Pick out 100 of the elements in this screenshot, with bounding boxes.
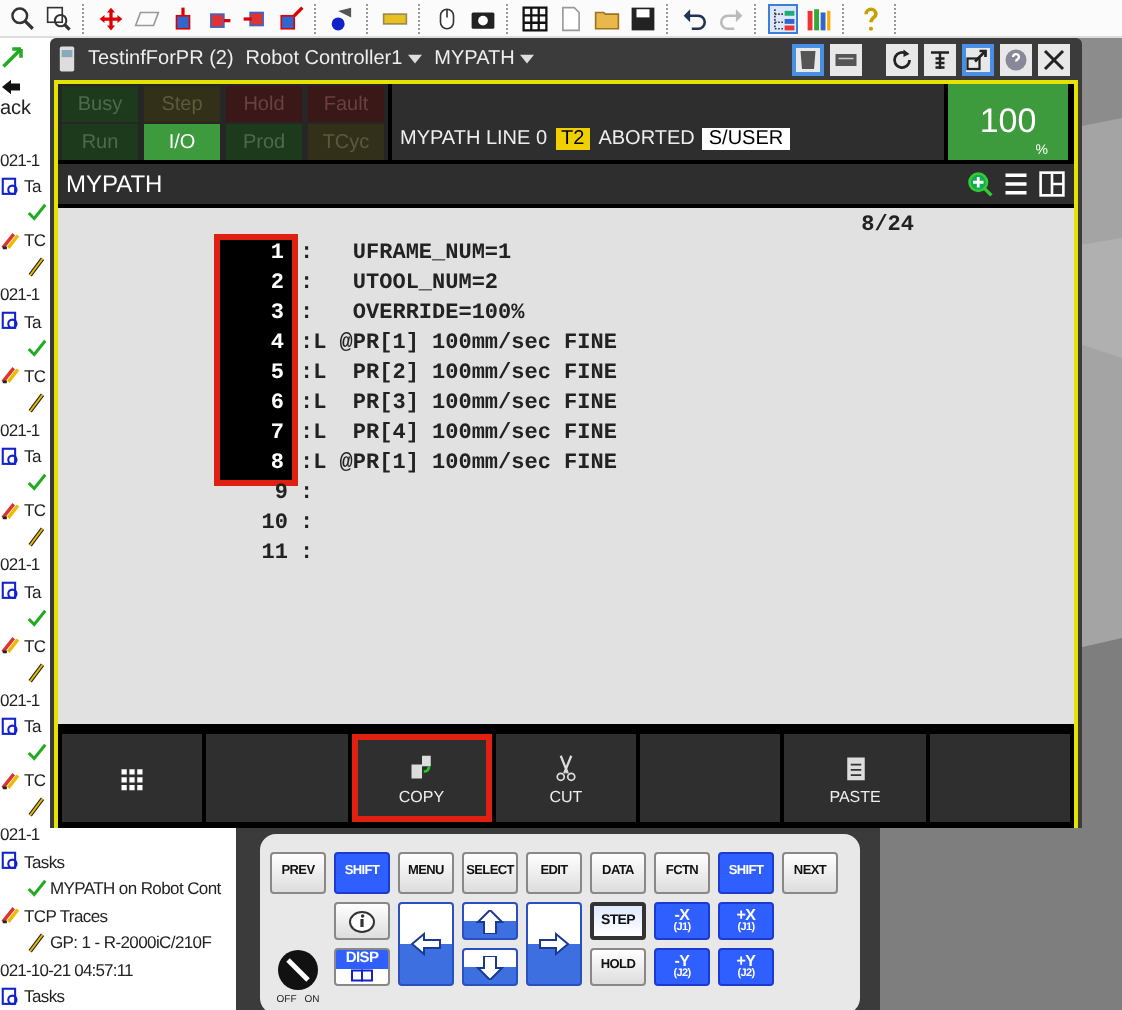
program-line[interactable]: UFRAME_NUM=1 — [313, 240, 617, 270]
toolbar-button[interactable] — [520, 3, 550, 33]
line-colon: : — [300, 420, 314, 450]
arrow-key[interactable] — [462, 902, 518, 940]
program-line[interactable]: L PR[2] 100mm/sec FINE — [313, 360, 617, 390]
pencils-icon — [0, 229, 22, 252]
line-number[interactable]: 6 — [220, 390, 288, 420]
menu-label[interactable]: Robot Controller1 — [245, 48, 403, 70]
toolbar-button[interactable] — [276, 3, 306, 33]
split-view-icon[interactable] — [1038, 170, 1066, 198]
tree-item[interactable]: Ta — [24, 716, 41, 737]
line-colon: : — [300, 390, 314, 420]
zoom-window-icon — [46, 5, 72, 31]
tree-item[interactable]: Ta — [24, 176, 41, 197]
caret-icon — [408, 54, 423, 64]
line-number[interactable]: 4 — [220, 330, 288, 360]
pencils-icon — [0, 499, 22, 522]
toolbar-button[interactable] — [768, 3, 798, 33]
undock-button[interactable] — [962, 43, 994, 75]
pencil-icon — [26, 391, 48, 414]
back-label[interactable]: ack — [0, 98, 32, 120]
program-line[interactable]: OVERRIDE=100% — [313, 300, 617, 330]
line-number[interactable]: 9 — [220, 480, 292, 510]
line-number[interactable]: 3 — [220, 300, 288, 330]
tree-item[interactable]: 021-1 — [0, 284, 40, 305]
line-number[interactable]: 7 — [220, 420, 288, 450]
menu-icon[interactable] — [1002, 170, 1030, 198]
toolbar-button[interactable] — [8, 3, 38, 33]
refresh-button[interactable] — [886, 43, 918, 75]
tool-button[interactable] — [924, 43, 956, 75]
softkey[interactable]: PASTE — [784, 734, 926, 822]
line-colon: : — [300, 480, 314, 510]
key-switch-icon — [276, 948, 320, 992]
menu-label[interactable]: MYPATH — [434, 48, 515, 70]
tree-item[interactable]: TC — [24, 500, 46, 521]
tree-item[interactable]: TC — [24, 770, 46, 791]
redo-icon — [718, 5, 744, 31]
pencil-icon — [26, 661, 48, 684]
softkey[interactable]: COPY — [351, 734, 492, 822]
line-colon: : — [300, 450, 314, 480]
line-colon: : — [300, 300, 314, 330]
program-line[interactable]: L @PR[1] 100mm/sec FINE — [313, 450, 617, 480]
check-icon — [26, 607, 48, 630]
line-colon: : — [300, 270, 314, 300]
arrow-key[interactable] — [398, 902, 454, 986]
program-line[interactable]: L PR[3] 100mm/sec FINE — [313, 390, 617, 420]
tree-item[interactable]: Ta — [24, 446, 41, 467]
tree-item[interactable]: 021-10-21 04:57:11 — [0, 959, 133, 980]
tree-item[interactable]: MYPATH on Robot Cont — [50, 878, 221, 899]
key[interactable] — [334, 902, 390, 940]
arrow-key[interactable] — [526, 902, 582, 986]
program-line[interactable]: L PR[4] 100mm/sec FINE — [313, 420, 617, 450]
toolbar-button[interactable] — [44, 3, 74, 33]
refresh-icon — [890, 47, 914, 71]
window-title: TestinfForPR (2) — [88, 48, 234, 70]
line-colon: : — [300, 240, 314, 270]
arrow-key[interactable] — [462, 948, 518, 986]
close-button[interactable] — [1038, 43, 1070, 75]
copy-icon — [407, 751, 436, 783]
softkey[interactable]: CUT — [495, 734, 637, 822]
help-button[interactable] — [1000, 43, 1032, 75]
tree-item[interactable]: TC — [24, 365, 46, 386]
line-colon: : — [300, 510, 314, 540]
tree-item[interactable]: Tasks — [24, 851, 65, 872]
line-number[interactable]: 5 — [220, 360, 288, 390]
toolbar-button[interactable] — [628, 3, 658, 33]
zoom-in-icon[interactable] — [966, 170, 994, 198]
tree-item[interactable]: 021-1 — [0, 554, 40, 575]
tree-item[interactable]: 021-1 — [0, 689, 40, 710]
tree-item[interactable]: 021-1 — [0, 419, 40, 440]
tree-item[interactable]: Tasks — [24, 986, 65, 1007]
line-number[interactable]: 11 — [220, 540, 292, 570]
tree-item[interactable]: Ta — [24, 311, 41, 332]
program-title: MYPATH — [66, 170, 165, 198]
program-line[interactable]: UTOOL_NUM=2 — [313, 270, 617, 300]
check-icon — [26, 472, 48, 495]
execution-state: ABORTED — [598, 128, 695, 150]
tree-item[interactable]: TC — [24, 635, 46, 656]
undo-icon — [682, 5, 708, 31]
cube-arrow-icon — [170, 5, 196, 31]
line-colon: : — [300, 330, 314, 360]
line-number[interactable]: 10 — [220, 510, 292, 540]
tree-item[interactable]: GP: 1 - R-2000iC/210F — [50, 932, 212, 953]
tree-item[interactable]: 021-1 — [0, 824, 40, 845]
tree-item[interactable]: TC — [24, 230, 46, 251]
back-arrow-icon — [0, 78, 22, 96]
keyboard-button[interactable] — [830, 43, 862, 75]
check-icon — [26, 877, 48, 900]
window-icon — [346, 965, 378, 984]
teach-pendant-button[interactable] — [792, 43, 824, 75]
tree-item[interactable]: Ta — [24, 581, 41, 602]
softkey[interactable] — [62, 734, 203, 822]
arrow-left-icon — [410, 932, 442, 956]
tree-item[interactable]: TCP Traces — [24, 905, 108, 926]
line-number[interactable]: 1 — [220, 240, 288, 270]
line-number[interactable]: 2 — [220, 270, 288, 300]
line-number[interactable]: 8 — [220, 450, 288, 480]
tree-item[interactable]: 021-1 — [0, 149, 40, 170]
search-icon — [10, 5, 36, 31]
program-line[interactable]: L @PR[1] 100mm/sec FINE — [313, 330, 617, 360]
